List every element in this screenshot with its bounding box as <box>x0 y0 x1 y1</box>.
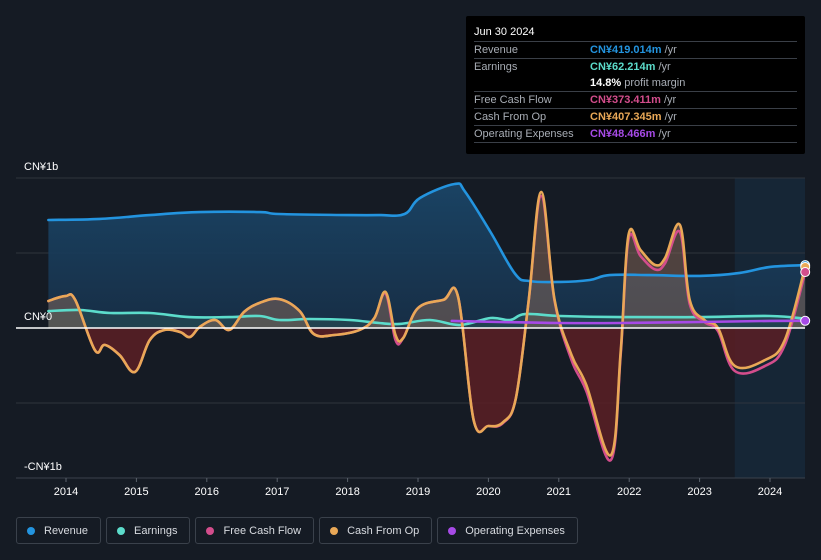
x-tick-label: 2017 <box>265 486 289 498</box>
tooltip-value: CN¥407.345m <box>590 111 662 123</box>
tooltip: Jun 30 2024 Revenue CN¥419.014m /yr Earn… <box>466 16 805 154</box>
x-axis-labels: 2014 2015 2016 2017 2018 2019 2020 2021 2022 2023… <box>54 478 782 498</box>
tooltip-value: CN¥62.214m <box>590 61 656 73</box>
legend-dot-icon <box>330 526 339 535</box>
tooltip-unit: /yr <box>664 44 677 56</box>
legend-item-free-cash-flow[interactable]: Free Cash Flow <box>195 517 315 544</box>
tooltip-value: CN¥419.014m <box>590 44 662 56</box>
y-tick-label: -CN¥1b <box>24 461 62 473</box>
tooltip-label: Cash From Op <box>474 111 547 123</box>
tooltip-row-profit-margin: 14.8% profit margin <box>474 75 797 92</box>
tooltip-row-earnings: Earnings CN¥62.214m /yr <box>474 59 797 75</box>
legend-dot-icon <box>117 526 126 535</box>
x-tick-label: 2016 <box>195 486 219 498</box>
series-layer <box>47 182 807 462</box>
legend-label: Free Cash Flow <box>223 524 302 537</box>
legend-label: Cash From Op <box>347 524 420 537</box>
x-tick-label: 2015 <box>124 486 148 498</box>
legend-label: Operating Expenses <box>465 524 565 537</box>
tooltip-unit: /yr <box>658 128 671 140</box>
legend-label: Earnings <box>134 524 178 537</box>
x-tick-label: 2024 <box>758 486 782 498</box>
tooltip-row-operating-expenses: Operating Expenses CN¥48.466m /yr <box>474 126 797 143</box>
tooltip-unit: profit margin <box>624 77 686 89</box>
tooltip-label: Operating Expenses <box>474 128 574 140</box>
tooltip-value: CN¥373.411m <box>590 94 661 106</box>
legend-dot-icon <box>448 526 457 535</box>
x-tick-label: 2014 <box>54 486 78 498</box>
x-tick-label: 2020 <box>476 486 500 498</box>
tooltip-label: Free Cash Flow <box>474 94 552 106</box>
legend-item-revenue[interactable]: Revenue <box>16 517 102 544</box>
tooltip-row-cash-from-op: Cash From Op CN¥407.345m /yr <box>474 109 797 126</box>
tooltip-label: Revenue <box>474 44 519 56</box>
x-tick-label: 2021 <box>547 486 571 498</box>
tooltip-row-revenue: Revenue CN¥419.014m /yr <box>474 42 797 59</box>
x-tick-label: 2018 <box>335 486 359 498</box>
tooltip-value: 14.8% <box>590 77 622 89</box>
tooltip-unit: /yr <box>664 111 677 123</box>
legend-item-earnings[interactable]: Earnings <box>106 517 191 544</box>
legend-label: Revenue <box>44 524 89 537</box>
legend-dot-icon <box>206 526 215 535</box>
y-tick-label: CN¥1b <box>24 161 58 173</box>
legend: Revenue Earnings Free Cash Flow Cash Fro… <box>16 517 578 544</box>
tooltip-label <box>474 75 590 91</box>
x-tick-label: 2023 <box>687 486 711 498</box>
tooltip-unit: /yr <box>658 61 671 73</box>
legend-dot-icon <box>27 526 35 535</box>
tooltip-value: CN¥48.466m <box>590 128 656 140</box>
operating-expenses-end-marker <box>800 315 811 326</box>
tooltip-row-free-cash-flow: Free Cash Flow CN¥373.411m /yr <box>474 92 797 109</box>
legend-item-cash-from-op[interactable]: Cash From Op <box>319 517 433 544</box>
x-tick-label: 2022 <box>617 486 641 498</box>
legend-item-operating-expenses[interactable]: Operating Expenses <box>437 517 578 544</box>
y-tick-label: CN¥0 <box>24 311 52 323</box>
tooltip-label: Earnings <box>474 61 518 73</box>
tooltip-unit: /yr <box>663 94 677 106</box>
x-tick-label: 2019 <box>406 486 430 498</box>
free-cash-flow-end-marker <box>800 267 811 278</box>
tooltip-date: Jun 30 2024 <box>474 24 797 42</box>
